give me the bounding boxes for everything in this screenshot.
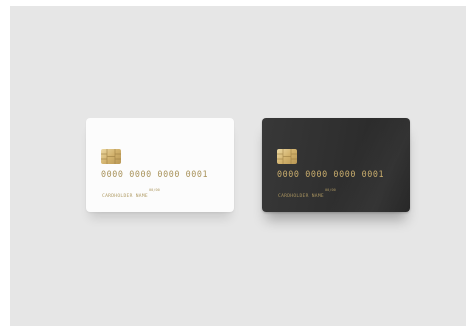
card-number: 0000 0000 0000 0001: [277, 169, 385, 179]
card-sheen: [326, 118, 410, 212]
card-number: 0000 0000 0000 0001: [101, 169, 209, 179]
card-expiry: 00/00: [325, 188, 336, 192]
card-expiry: 00/00: [149, 188, 160, 192]
cardholder-name: CARDHOLDER NAME: [102, 194, 148, 199]
chip-icon: [101, 149, 121, 164]
cardholder-name: CARDHOLDER NAME: [278, 194, 324, 199]
mockup-scene: 0000 0000 0000 0001 00/00 CARDHOLDER NAM…: [10, 6, 466, 326]
chip-icon: [277, 149, 297, 164]
white-credit-card: 0000 0000 0000 0001 00/00 CARDHOLDER NAM…: [86, 118, 234, 212]
black-credit-card: 0000 0000 0000 0001 00/00 CARDHOLDER NAM…: [262, 118, 410, 212]
